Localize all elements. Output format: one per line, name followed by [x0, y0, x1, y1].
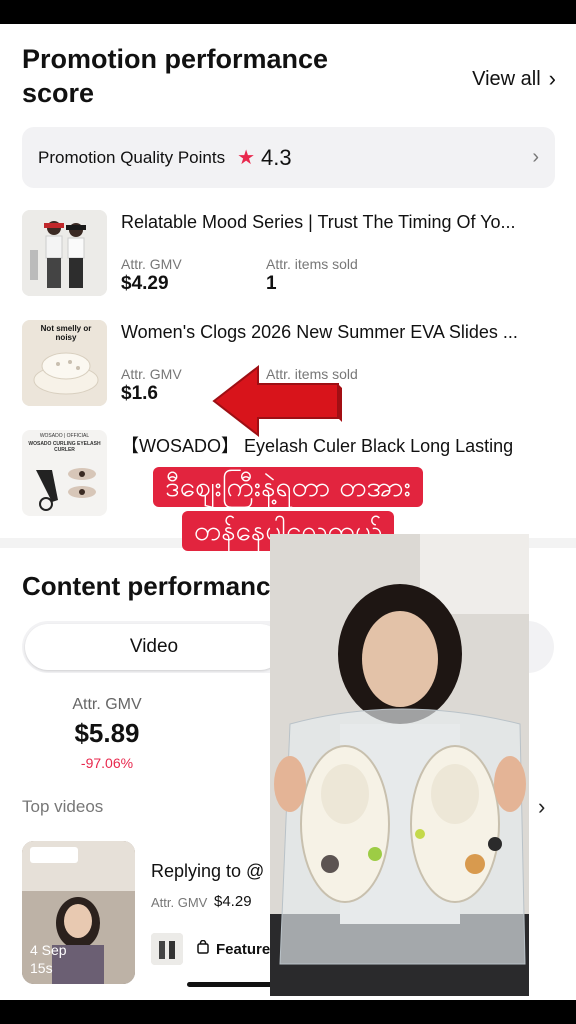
quality-points-value: 4.3 — [261, 144, 292, 170]
overlay-caption-line1: ဒီဈေးကြီးနဲ့ရတာ တအား — [103, 467, 473, 507]
content-title: Content performance — [22, 571, 285, 601]
gmv-value: $1.6 — [121, 383, 158, 404]
product-thumbnail — [22, 210, 107, 296]
stat-value: $5.89 — [74, 718, 140, 748]
stat-label: Attr. GMV — [72, 696, 142, 713]
chevron-right-icon: › — [532, 146, 539, 168]
tab-video[interactable]: Video — [25, 624, 283, 670]
product-name: Relatable Mood Series | Trust The Timing… — [121, 212, 516, 232]
arrow-left-icon — [212, 364, 342, 438]
chevron-right-icon[interactable]: › — [538, 794, 545, 820]
quality-points-label: Promotion Quality Points — [38, 147, 226, 167]
top-videos-label: Top videos — [22, 797, 104, 816]
gmv-label: Attr. GMV — [121, 256, 182, 272]
view-all-label: View all — [472, 67, 541, 90]
chevron-right-icon: › — [548, 66, 556, 91]
stat-change: -97.06% — [80, 755, 134, 771]
video-gmv-label: Attr. GMV — [151, 895, 208, 910]
home-indicator — [187, 982, 281, 987]
gmv-label: Attr. GMV — [121, 366, 182, 382]
video-date: 4 Sep — [30, 942, 67, 958]
video-duration: 15s — [30, 960, 53, 976]
video-product-thumbnail — [151, 933, 183, 965]
video-thumbnail[interactable]: 4 Sep 15s — [22, 841, 135, 984]
featured-tag: Featured — [196, 939, 279, 958]
bottom-system-bar — [0, 1000, 576, 1024]
quality-points-card[interactable]: Promotion Quality Points ★ 4.3 › — [22, 127, 555, 188]
video-gmv-value: $4.29 — [214, 893, 252, 910]
product-thumbnail: WOSADO | OFFICIAL WOSADO CURLING EYELASH… — [22, 430, 107, 516]
view-all-link[interactable]: View all › — [472, 66, 556, 92]
product-name: Women's Clogs 2026 New Summer EVA Slides… — [121, 322, 518, 342]
promotion-title: Promotion performance score — [22, 44, 329, 108]
video-title: Replying to @ — [151, 861, 265, 881]
tab-video-label: Video — [129, 636, 179, 657]
top-status-bar — [0, 0, 576, 24]
stat-gmv: Attr. GMV $5.89 -97.06% — [22, 696, 192, 771]
thumb-caption: Not smelly or noisy — [40, 324, 92, 342]
product-thumbnail: Not smelly or noisy — [22, 320, 107, 406]
items-sold-label: Attr. items sold — [266, 256, 358, 272]
product-row[interactable]: Relatable Mood Series | Trust The Timing… — [22, 210, 562, 296]
star-icon: ★ — [237, 147, 256, 169]
gmv-value: $4.29 — [121, 273, 169, 294]
pip-video[interactable] — [270, 534, 529, 996]
items-sold-value: 1 — [266, 273, 277, 294]
app-screen: Promotion performance score View all › P… — [0, 24, 576, 1000]
shopping-bag-icon — [196, 939, 210, 958]
